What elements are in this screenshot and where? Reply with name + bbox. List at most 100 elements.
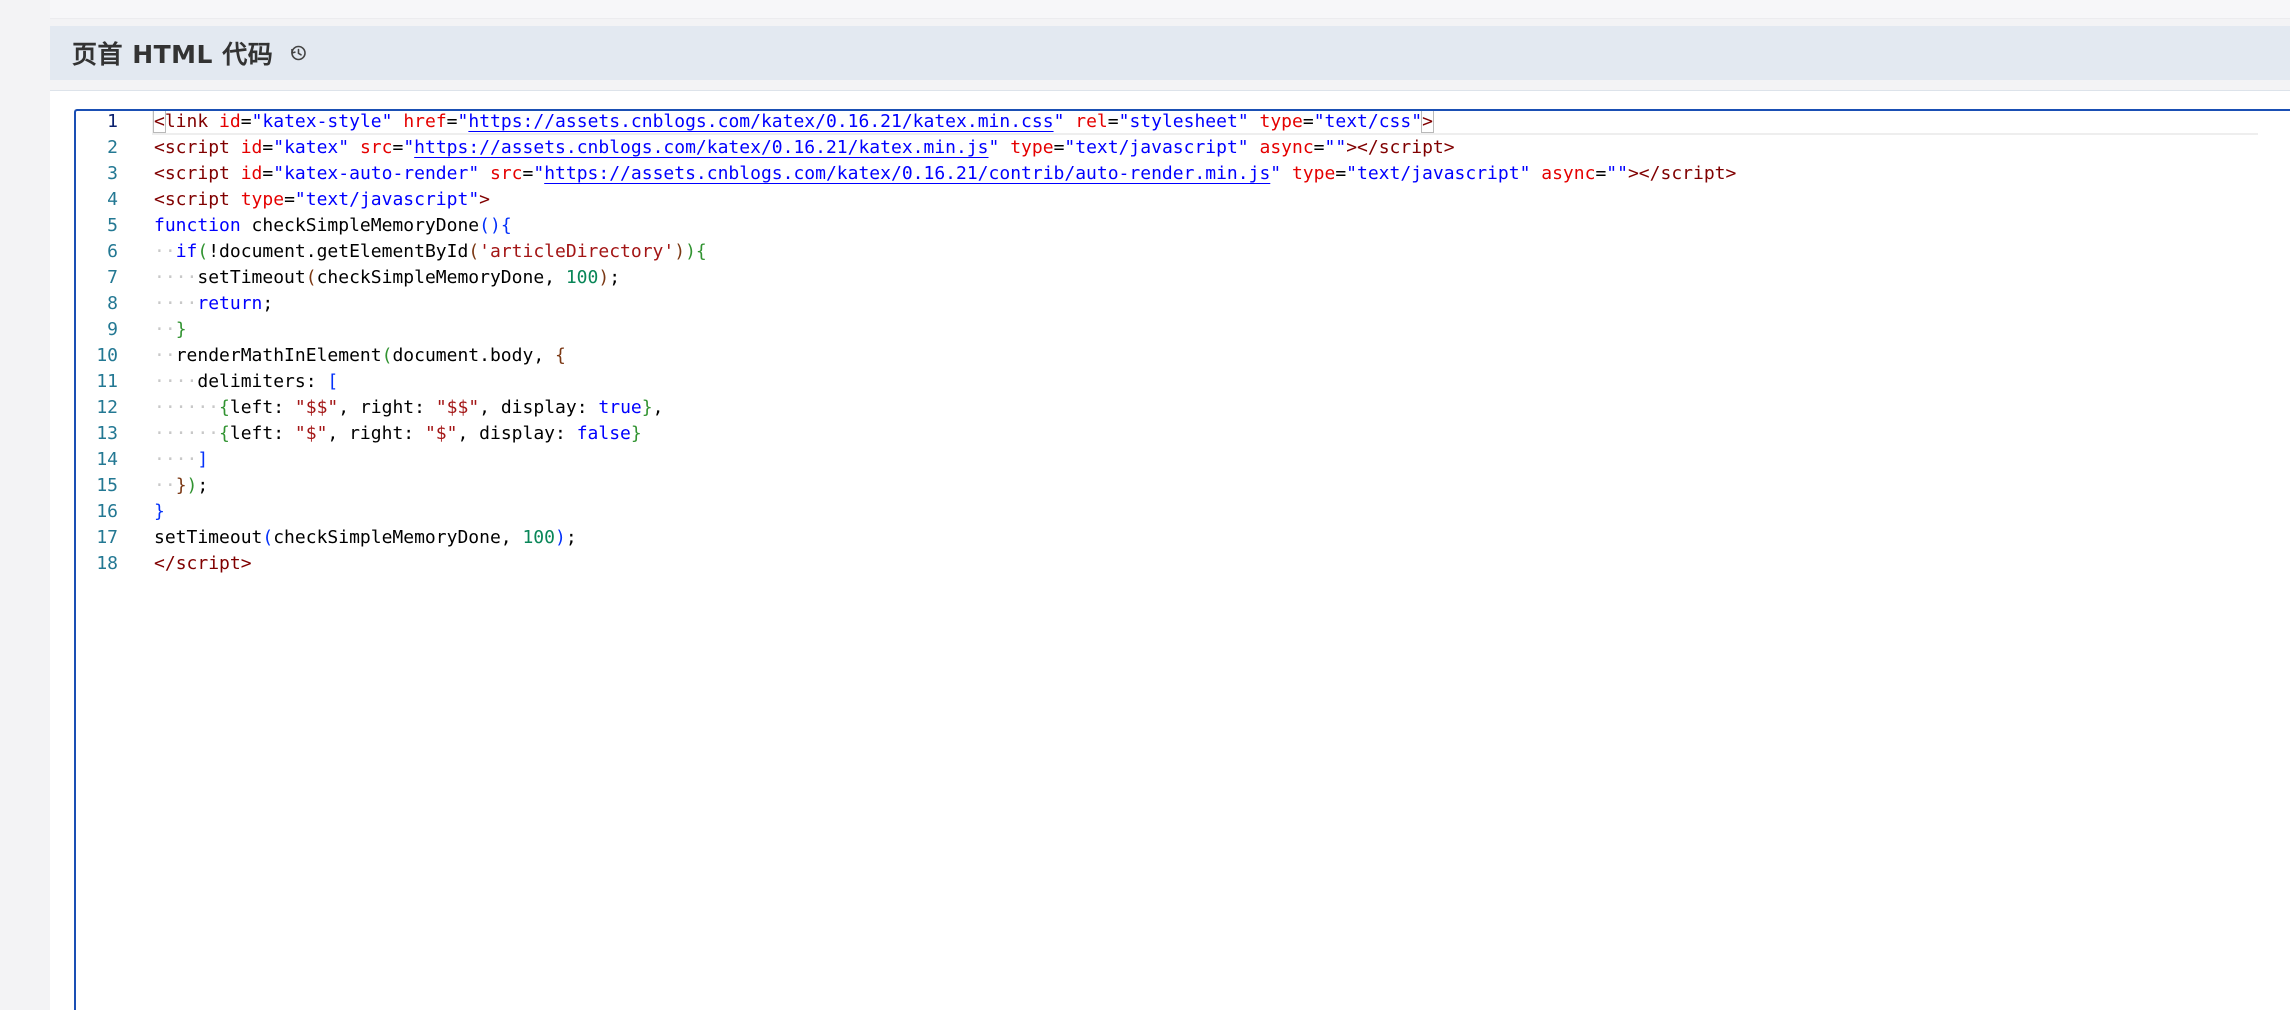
- code-token: =: [392, 137, 404, 158]
- whitespace-marker: ··: [154, 241, 176, 262]
- code-line[interactable]: 1 <link id="katex-style" href="https://as…: [76, 111, 2290, 135]
- code-token: type: [1259, 111, 1303, 132]
- code-token: "stylesheet": [1118, 111, 1249, 132]
- code-text: <link id="katex-style" href="https://ass…: [153, 111, 1434, 135]
- code-token: "$$": [294, 397, 339, 418]
- code-token: }: [154, 501, 165, 522]
- code-text: <script type="text/javascript">: [154, 187, 490, 213]
- code-token: =: [240, 111, 252, 132]
- code-line[interactable]: 13 ······{left: "$", right: "$", display:…: [76, 421, 2290, 447]
- code-token: async: [1541, 163, 1596, 184]
- code-line[interactable]: 2 <script id="katex" src="https://assets.…: [76, 135, 2290, 161]
- code-line[interactable]: 12 ······{left: "$$", right: "$$", displa…: [76, 395, 2290, 421]
- code-token: id: [240, 163, 263, 184]
- code-token: }: [641, 397, 653, 418]
- code-line[interactable]: 14 ····]: [76, 447, 2290, 473]
- code-token: >: [1725, 163, 1737, 184]
- code-token: script: [164, 163, 230, 184]
- code-token: }: [630, 423, 642, 444]
- line-number: 1: [107, 111, 118, 132]
- code-token: ": [533, 163, 545, 184]
- code-line[interactable]: 3 <script id="katex-auto-render" src="htt…: [76, 161, 2290, 187]
- code-token: script: [164, 137, 230, 158]
- whitespace-marker: ··: [154, 475, 176, 496]
- code-token: script: [1660, 163, 1726, 184]
- line-number: 18: [96, 553, 118, 574]
- code-token: ;: [609, 267, 621, 288]
- code-token: ": [1270, 163, 1282, 184]
- code-line[interactable]: 4 <script type="text/javascript">: [76, 187, 2290, 213]
- code-token: setTimeout: [154, 527, 263, 548]
- code-token: ,: [652, 397, 664, 418]
- line-number: 5: [107, 215, 118, 236]
- code-text: ····delimiters: [: [154, 369, 338, 395]
- code-token: [: [327, 371, 339, 392]
- code-token: {: [219, 423, 230, 444]
- code-token: =: [1313, 137, 1325, 158]
- code-line[interactable]: 17 setTimeout(checkSimpleMemoryDone, 100)…: [76, 525, 2290, 551]
- code-token: , right:: [327, 423, 425, 444]
- whitespace-marker: ··: [154, 345, 176, 366]
- history-icon[interactable]: [287, 42, 309, 64]
- code-line[interactable]: 5 function checkSimpleMemoryDone(){: [76, 213, 2290, 239]
- code-token: ): [685, 241, 696, 262]
- code-token: if: [175, 241, 198, 262]
- code-token: ": [457, 111, 469, 132]
- code-token: ": [1053, 111, 1065, 132]
- code-token: document.body,: [392, 345, 555, 366]
- code-token: setTimeout: [197, 267, 306, 288]
- code-token: , right:: [338, 397, 436, 418]
- code-line[interactable]: 18 </script>: [76, 551, 2290, 577]
- code-line[interactable]: 16}: [76, 499, 2290, 525]
- code-text: ··}: [154, 317, 187, 343]
- line-number: 13: [96, 423, 118, 444]
- code-line[interactable]: 10 ··renderMathInElement(document.body, {: [76, 343, 2290, 369]
- code-token: id: [240, 137, 263, 158]
- code-token: (: [305, 267, 317, 288]
- code-link[interactable]: https://assets.cnblogs.com/katex/0.16.21…: [414, 137, 988, 158]
- code-editor[interactable]: 1 <link id="katex-style" href="https://as…: [74, 109, 2290, 1010]
- code-token: ): [598, 267, 610, 288]
- code-token: ): [674, 241, 686, 262]
- code-token: (: [381, 345, 393, 366]
- code-token: "": [1324, 137, 1347, 158]
- code-token: async: [1259, 137, 1314, 158]
- line-number: 7: [107, 267, 118, 288]
- code-token: <: [154, 163, 165, 184]
- code-link[interactable]: https://assets.cnblogs.com/katex/0.16.21…: [544, 163, 1270, 184]
- code-line[interactable]: 6 ··if(!document.getElementById('articleD…: [76, 239, 2290, 265]
- code-token: type: [240, 189, 285, 210]
- top-strip: [50, 0, 2290, 19]
- code-token: >: [1443, 137, 1455, 158]
- code-line[interactable]: 7 ····setTimeout(checkSimpleMemoryDone, 1…: [76, 265, 2290, 291]
- code-line[interactable]: 15 ··});: [76, 473, 2290, 499]
- line-number: 15: [96, 475, 118, 496]
- code-text: ··if(!document.getElementById('articleDi…: [154, 239, 707, 265]
- code-token: left:: [229, 423, 295, 444]
- code-line[interactable]: 9 ··}: [76, 317, 2290, 343]
- code-token: ></: [1627, 163, 1661, 184]
- code-token: src: [359, 137, 393, 158]
- line-number: 8: [107, 293, 118, 314]
- code-text: }: [154, 499, 165, 525]
- line-number: 17: [96, 527, 118, 548]
- code-text: ····return;: [154, 291, 273, 317]
- code-line[interactable]: 11 ····delimiters: [: [76, 369, 2290, 395]
- code-token: "$": [294, 423, 328, 444]
- code-token: checkSimpleMemoryDone,: [273, 527, 523, 548]
- code-token: >: [240, 553, 252, 574]
- code-token: id: [219, 111, 241, 132]
- code-token: "text/css": [1313, 111, 1423, 132]
- line-number: 10: [96, 345, 118, 366]
- code-token: </: [154, 553, 176, 574]
- code-token: script: [1378, 137, 1444, 158]
- code-line[interactable]: 8 ····return;: [76, 291, 2290, 317]
- code-token: checkSimpleMemoryDone,: [316, 267, 566, 288]
- code-token: renderMathInElement: [175, 345, 382, 366]
- code-link[interactable]: https://assets.cnblogs.com/katex/0.16.21…: [468, 111, 1053, 132]
- code-token: {: [500, 215, 512, 236]
